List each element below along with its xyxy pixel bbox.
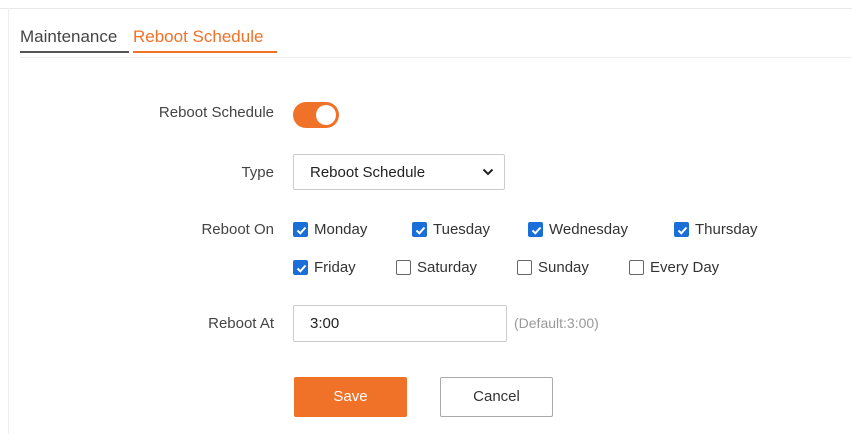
frame-left-border xyxy=(8,8,9,434)
checkbox-checked-icon xyxy=(293,260,308,275)
checkbox-label: Saturday xyxy=(417,259,478,276)
reboot-schedule-toggle[interactable] xyxy=(293,102,339,128)
tab-maintenance-underline xyxy=(20,51,129,53)
checkbox-checked-icon xyxy=(528,222,543,237)
checkbox-checked-icon xyxy=(293,222,308,237)
checkbox-checked-icon xyxy=(674,222,689,237)
tab-maintenance[interactable]: Maintenance xyxy=(20,26,129,53)
reboot-on-label: Reboot On xyxy=(201,221,274,238)
checkbox-unchecked-icon xyxy=(629,260,644,275)
checkbox-label: Wednesday xyxy=(549,221,628,238)
reboot-at-input[interactable]: 3:00 xyxy=(293,305,507,342)
reboot-at-default-hint: (Default:3:00) xyxy=(514,315,599,331)
type-label: Type xyxy=(241,164,274,181)
chevron-down-icon xyxy=(482,168,494,176)
tab-reboot-schedule[interactable]: Reboot Schedule xyxy=(133,26,277,53)
checkbox-checked-icon xyxy=(412,222,427,237)
checkbox-label: Friday xyxy=(314,259,356,276)
reboot-schedule-label: Reboot Schedule xyxy=(158,104,274,121)
type-select[interactable]: Reboot Schedule xyxy=(293,154,505,190)
checkbox-label: Sunday xyxy=(538,259,589,276)
cancel-button[interactable]: Cancel xyxy=(440,377,553,417)
checkbox-unchecked-icon xyxy=(396,260,411,275)
tab-maintenance-label: Maintenance xyxy=(20,27,118,46)
reboot-at-label: Reboot At xyxy=(208,315,274,332)
frame-top-border xyxy=(0,8,852,9)
tabs-divider xyxy=(20,57,852,58)
reboot-at-value: 3:00 xyxy=(310,315,340,332)
checkbox-label: Every Day xyxy=(650,259,720,276)
toggle-knob xyxy=(316,105,336,125)
checkbox-unchecked-icon xyxy=(517,260,532,275)
tab-reboot-schedule-underline xyxy=(133,51,277,53)
type-select-value: Reboot Schedule xyxy=(310,164,426,181)
checkbox-label: Thursday xyxy=(695,221,758,238)
checkbox-label: Tuesday xyxy=(433,221,490,238)
save-button[interactable]: Save xyxy=(294,377,407,417)
tab-reboot-schedule-label: Reboot Schedule xyxy=(133,27,264,46)
checkbox-label: Monday xyxy=(314,221,368,238)
